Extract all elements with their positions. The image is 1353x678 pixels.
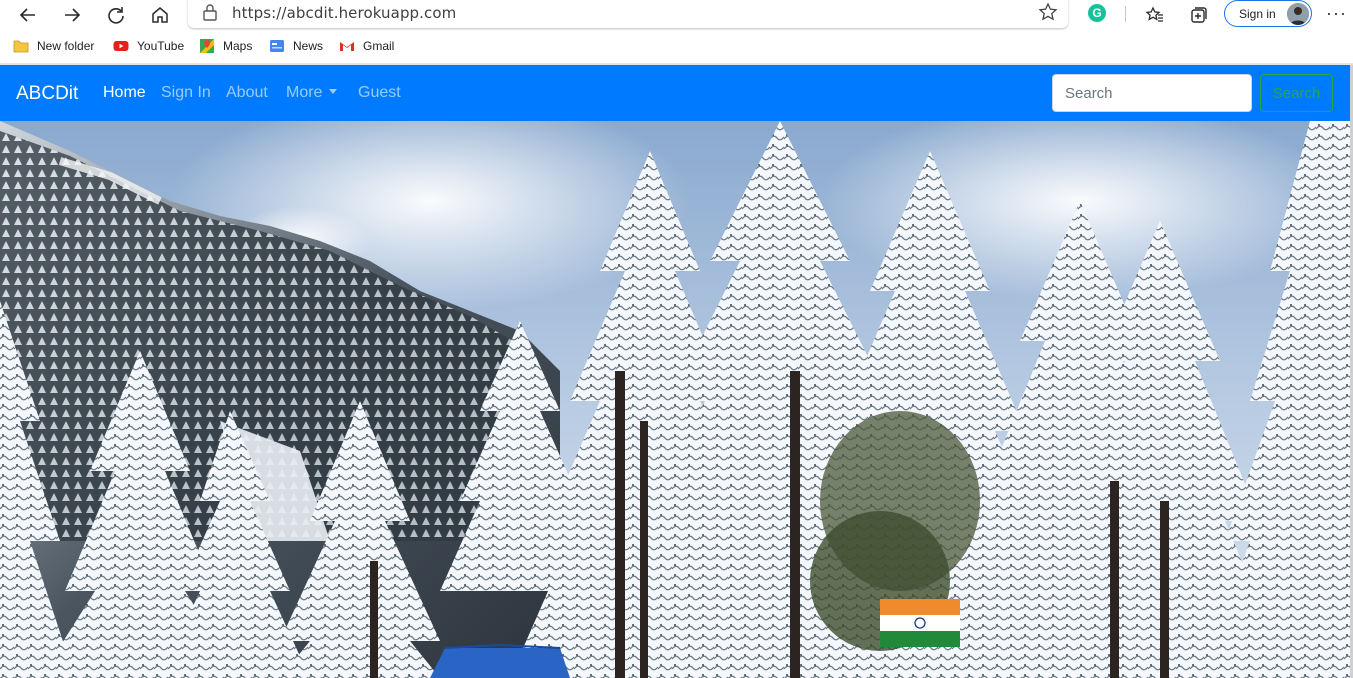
- bookmark-label: Maps: [223, 39, 253, 53]
- bookmark-gmail[interactable]: Gmail: [339, 37, 394, 55]
- flag-graphic: [880, 599, 960, 647]
- home-icon[interactable]: [145, 0, 175, 29]
- nav-link-about[interactable]: About: [226, 84, 268, 102]
- bookmark-label: YouTube: [137, 39, 185, 53]
- bookmark-label: Gmail: [363, 39, 395, 53]
- hero-image: [0, 121, 1353, 678]
- forward-icon[interactable]: [57, 0, 87, 29]
- browser-toolbar: https://abcdit.herokuapp.com G Sign in ·…: [0, 0, 1353, 29]
- site-navbar: ABCDit Home Sign In About More Guest Sea…: [0, 65, 1353, 121]
- profile-sign-in-button[interactable]: Sign in: [1224, 0, 1312, 27]
- search-input[interactable]: [1052, 74, 1252, 112]
- navbar-brand[interactable]: ABCDit: [16, 83, 78, 105]
- sign-in-label: Sign in: [1239, 7, 1276, 21]
- maps-icon: [200, 39, 214, 53]
- bookmark-label: News: [293, 39, 324, 53]
- lock-icon: [203, 4, 217, 21]
- nav-dropdown-more[interactable]: More: [286, 84, 338, 102]
- bookmark-label: New folder: [37, 39, 95, 53]
- collections-icon[interactable]: [1183, 0, 1213, 29]
- address-bar[interactable]: https://abcdit.herokuapp.com: [188, 0, 1068, 28]
- toolbar-divider: [1125, 6, 1126, 22]
- nav-link-guest[interactable]: Guest: [358, 84, 401, 102]
- gmail-icon: [340, 42, 354, 51]
- bookmark-news[interactable]: News: [269, 37, 323, 55]
- favorites-icon[interactable]: [1140, 0, 1170, 29]
- search-button[interactable]: Search: [1260, 74, 1333, 112]
- address-url[interactable]: https://abcdit.herokuapp.com: [232, 4, 456, 22]
- folder-icon: [13, 40, 29, 53]
- grammarly-icon[interactable]: G: [1088, 4, 1106, 22]
- refresh-icon[interactable]: [101, 0, 131, 29]
- youtube-icon: [113, 41, 129, 51]
- news-icon: [270, 40, 284, 52]
- nav-link-sign-in[interactable]: Sign In: [161, 84, 211, 102]
- bookmark-youtube[interactable]: YouTube: [113, 37, 184, 55]
- bookmark-maps[interactable]: Maps: [199, 37, 252, 55]
- caret-down-icon: [329, 89, 338, 94]
- bookmark-new-folder[interactable]: New folder: [13, 37, 94, 55]
- bookmarks-bar: New folder YouTube Maps News Gmail: [0, 33, 1353, 59]
- avatar: [1287, 3, 1309, 25]
- nav-link-home[interactable]: Home: [103, 84, 146, 102]
- more-icon[interactable]: ···: [1326, 3, 1347, 24]
- favorite-star-icon[interactable]: [1038, 2, 1058, 22]
- nav-link-more-label: More: [286, 84, 323, 101]
- back-icon[interactable]: [13, 0, 43, 29]
